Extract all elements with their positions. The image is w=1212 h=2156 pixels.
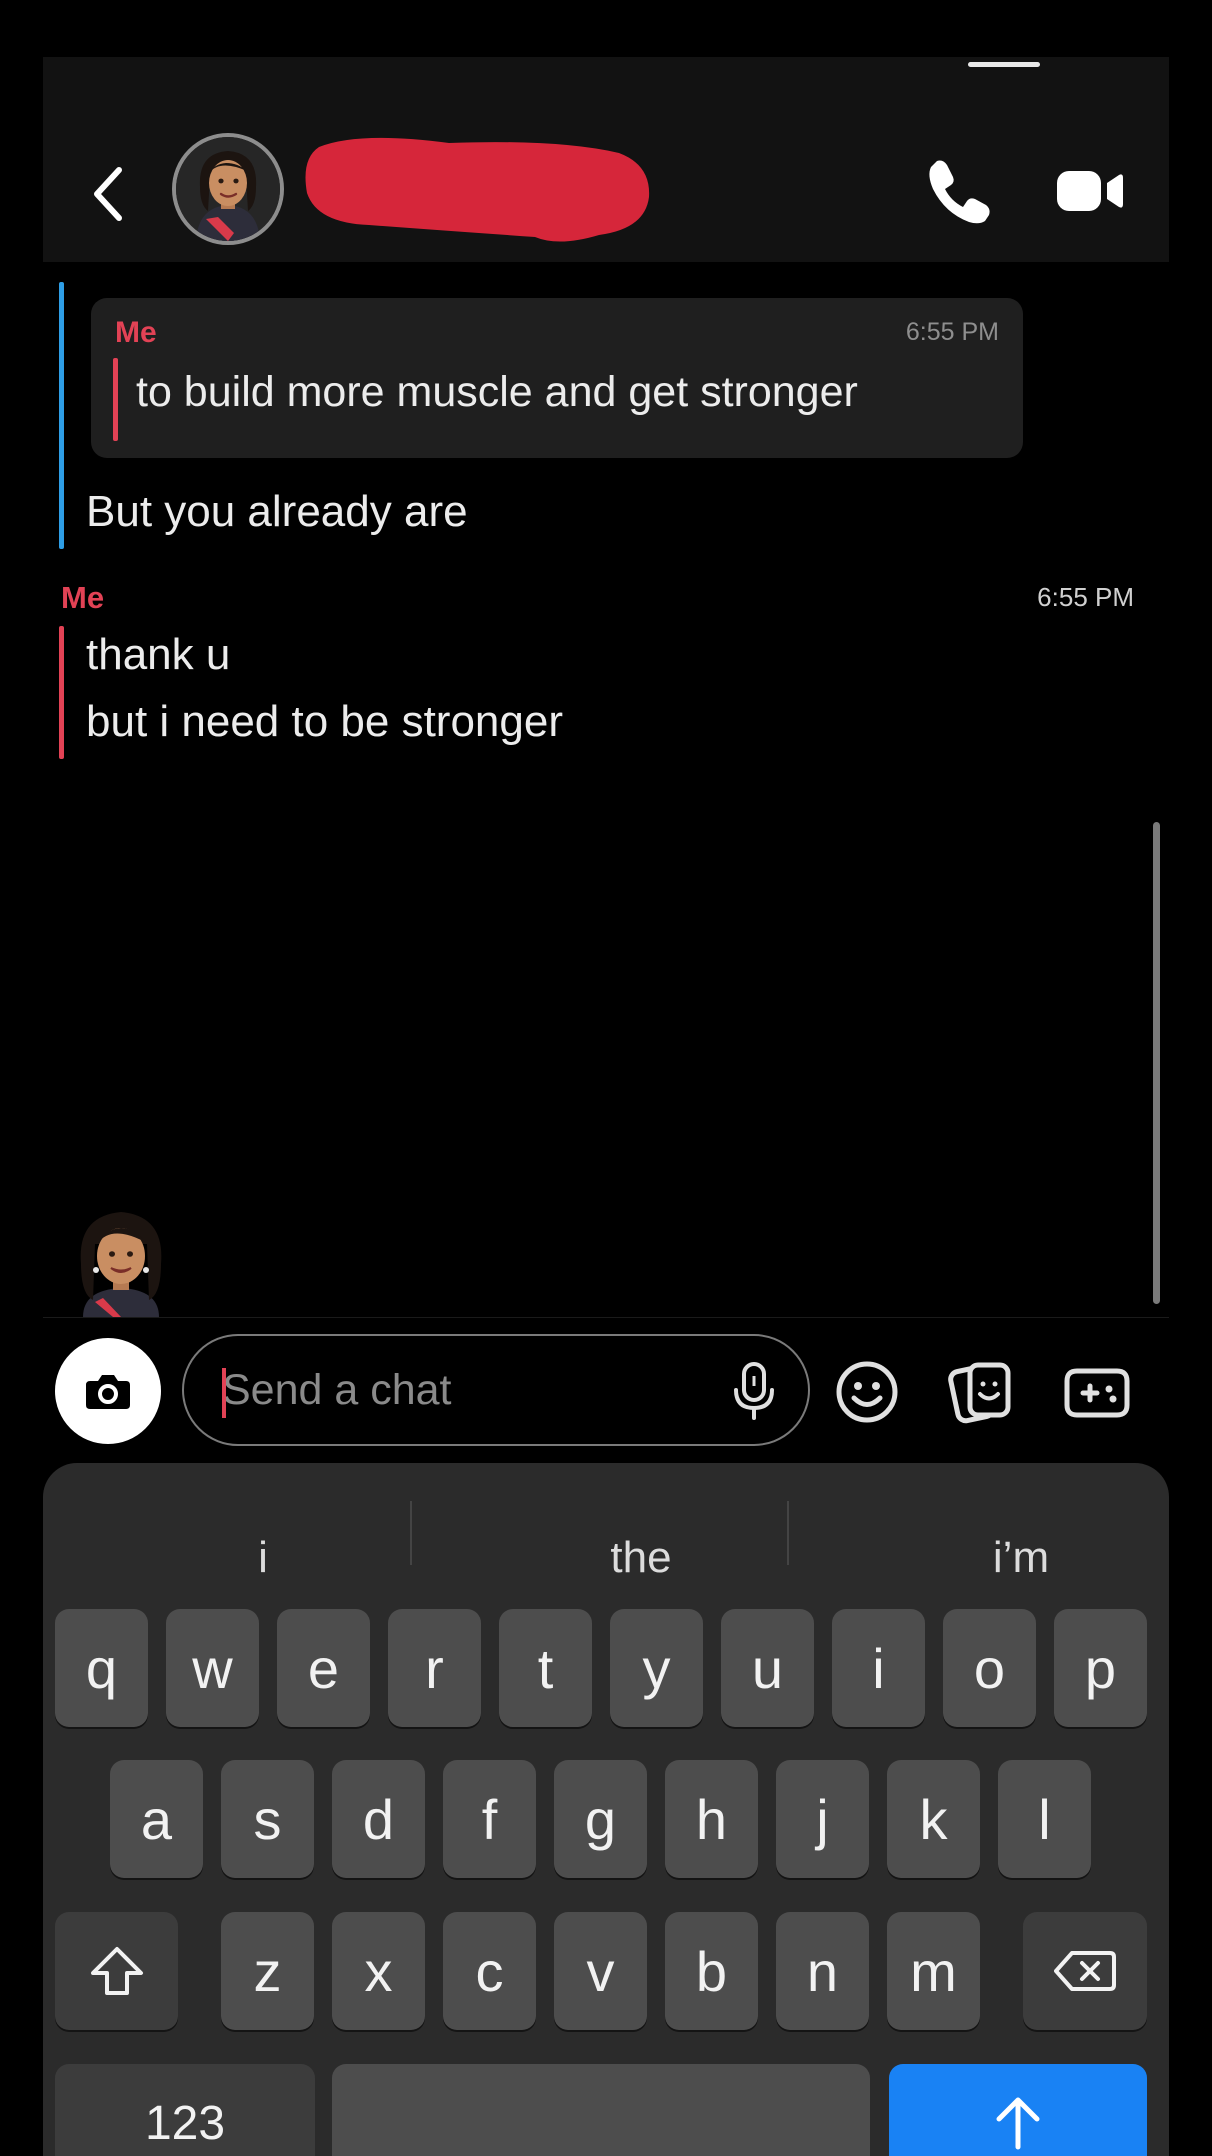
- send-key[interactable]: [889, 2064, 1147, 2156]
- chat-screen: Me 6:55 PM to build more muscle and get …: [43, 57, 1169, 2156]
- my-message-line[interactable]: thank u: [86, 630, 230, 680]
- emoji-button[interactable]: [834, 1359, 900, 1425]
- message-list[interactable]: Me 6:55 PM to build more muscle and get …: [43, 262, 1169, 1317]
- friend-message-indicator: [59, 282, 64, 549]
- chevron-left-icon: [94, 167, 122, 221]
- quoted-text: to build more muscle and get stronger: [136, 368, 858, 416]
- composer-bar: [43, 1317, 1169, 1446]
- chat-input[interactable]: [222, 1358, 722, 1422]
- camera-icon: [86, 1375, 130, 1409]
- phone-icon: [929, 160, 990, 224]
- my-message-line[interactable]: but i need to be stronger: [86, 697, 563, 747]
- key[interactable]: o: [943, 1609, 1036, 1727]
- chat-input-container[interactable]: [182, 1334, 810, 1446]
- key[interactable]: x: [332, 1912, 425, 2030]
- scrollbar[interactable]: [1153, 822, 1160, 1304]
- video-call-button[interactable]: [1055, 161, 1125, 221]
- key[interactable]: a: [110, 1760, 203, 1878]
- redacted-contact-name: [305, 137, 650, 242]
- key[interactable]: l: [998, 1760, 1091, 1878]
- backspace-icon: [1054, 1951, 1116, 1991]
- contact-avatar[interactable]: [172, 133, 284, 245]
- key[interactable]: i: [832, 1609, 925, 1727]
- suggestion-item[interactable]: the: [456, 1533, 826, 1583]
- key[interactable]: h: [665, 1760, 758, 1878]
- suggestion-divider: [787, 1501, 789, 1565]
- key[interactable]: y: [610, 1609, 703, 1727]
- sticker-icon: [948, 1362, 1011, 1424]
- quoted-reply[interactable]: Me 6:55 PM to build more muscle and get …: [91, 298, 1023, 458]
- numbers-key[interactable]: 123: [55, 2064, 315, 2156]
- quoted-timestamp: 6:55 PM: [905, 318, 999, 346]
- shift-key[interactable]: [55, 1912, 178, 2030]
- key[interactable]: w: [166, 1609, 259, 1727]
- backspace-key[interactable]: [1023, 1912, 1147, 2030]
- chat-header: [43, 57, 1169, 262]
- quoted-indicator: [113, 358, 118, 441]
- friend-bitmoji-icon: [80, 1212, 162, 1317]
- key[interactable]: j: [776, 1760, 869, 1878]
- voice-call-button[interactable]: [923, 155, 993, 225]
- games-button[interactable]: [1063, 1363, 1131, 1423]
- suggestion-item[interactable]: i’m: [836, 1533, 1169, 1583]
- gamepad-icon: [1064, 1368, 1130, 1418]
- my-message-indicator: [59, 626, 64, 759]
- friend-message-text[interactable]: But you already are: [86, 487, 468, 537]
- video-camera-icon: [1057, 171, 1123, 211]
- key[interactable]: u: [721, 1609, 814, 1727]
- key[interactable]: e: [277, 1609, 370, 1727]
- key[interactable]: k: [887, 1760, 980, 1878]
- key[interactable]: r: [388, 1609, 481, 1727]
- key[interactable]: f: [443, 1760, 536, 1878]
- key[interactable]: b: [665, 1912, 758, 2030]
- key[interactable]: g: [554, 1760, 647, 1878]
- suggestion-divider: [410, 1501, 412, 1565]
- camera-button[interactable]: [55, 1338, 161, 1444]
- keyboard: i the i’m q w e r t y u i o p a s d f g …: [43, 1463, 1169, 2156]
- shift-arrow-icon: [90, 1947, 143, 1995]
- key[interactable]: z: [221, 1912, 314, 2030]
- microphone-button[interactable]: [724, 1362, 784, 1422]
- quoted-sender: Me: [115, 316, 157, 349]
- key[interactable]: p: [1054, 1609, 1147, 1727]
- key[interactable]: q: [55, 1609, 148, 1727]
- arrow-up-icon: [996, 2097, 1040, 2150]
- sticker-button[interactable]: [948, 1359, 1014, 1425]
- key[interactable]: n: [776, 1912, 869, 2030]
- key[interactable]: c: [443, 1912, 536, 2030]
- bitmoji-avatar-icon: [176, 137, 280, 241]
- key[interactable]: t: [499, 1609, 592, 1727]
- my-message-timestamp: 6:55 PM: [1037, 582, 1134, 612]
- key[interactable]: v: [554, 1912, 647, 2030]
- key[interactable]: s: [221, 1760, 314, 1878]
- smiley-icon: [836, 1361, 898, 1423]
- key[interactable]: m: [887, 1912, 980, 2030]
- my-message-sender: Me: [61, 580, 105, 615]
- back-button[interactable]: [83, 154, 133, 234]
- status-indicator: [968, 62, 1040, 67]
- key[interactable]: d: [332, 1760, 425, 1878]
- space-key[interactable]: [332, 2064, 870, 2156]
- suggestion-item[interactable]: i: [78, 1533, 448, 1583]
- text-cursor: [222, 1368, 226, 1418]
- microphone-icon: [734, 1362, 774, 1420]
